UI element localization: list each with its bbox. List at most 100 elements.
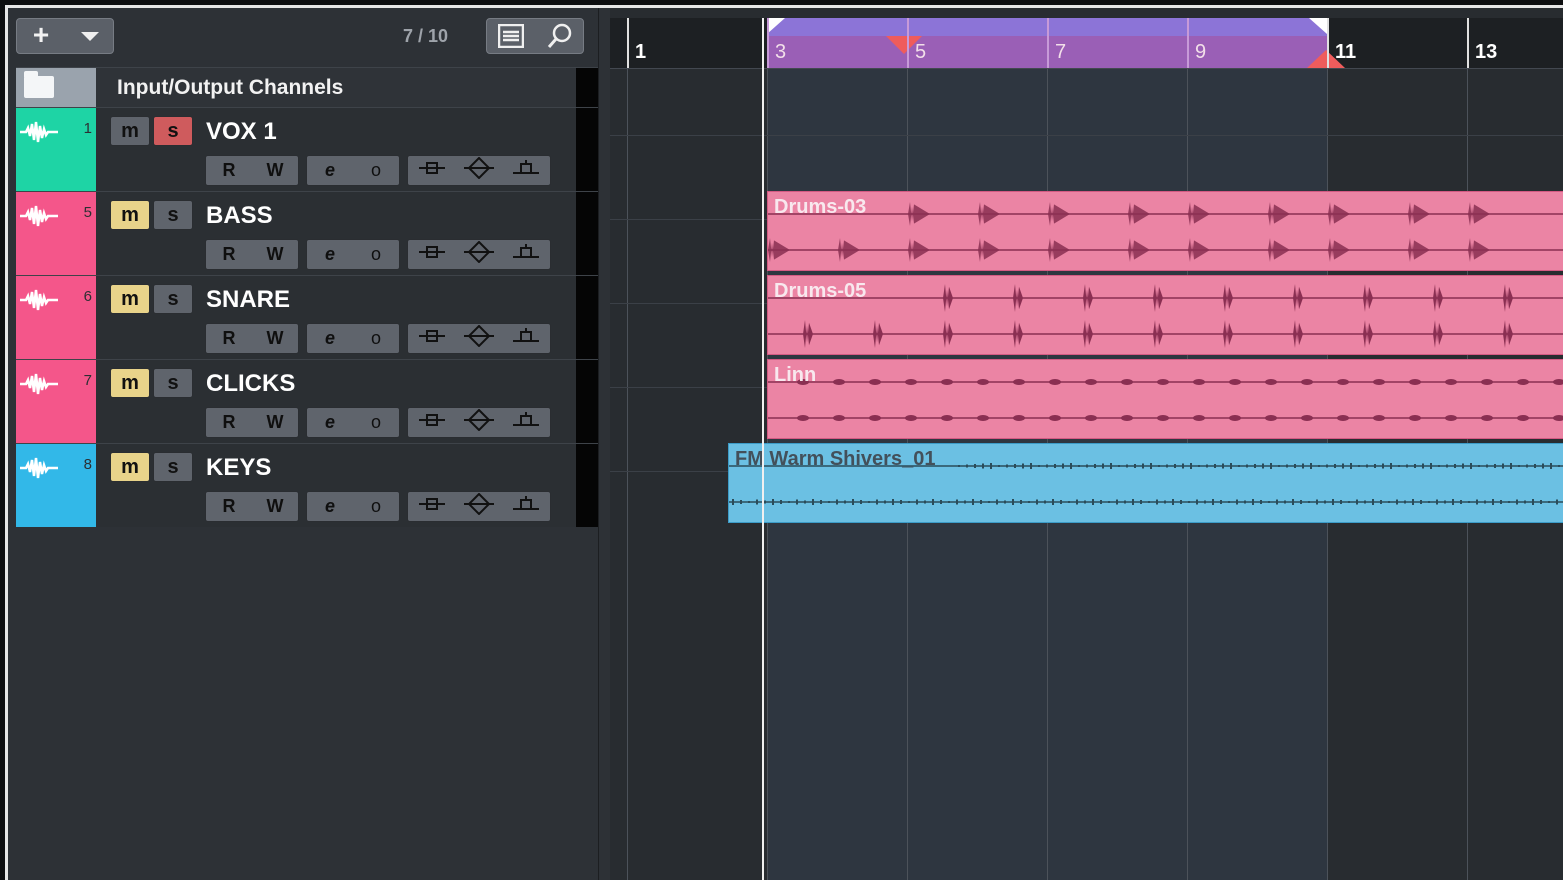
write-automation-button[interactable]: W (255, 496, 295, 517)
solo-button[interactable]: s (153, 284, 193, 314)
solo-button[interactable]: s (153, 200, 193, 230)
track-row[interactable]: 5 m s BASS R W e o (16, 191, 598, 275)
track-view-buttons (486, 18, 584, 54)
audio-waveform-icon (20, 288, 58, 312)
track-row[interactable]: 6 m s SNARE R W e o (16, 275, 598, 359)
ruler-bar-tick (1047, 18, 1049, 68)
audio-clip-fm-warm-shivers[interactable]: FM Warm Shivers_01 (728, 443, 1563, 523)
timeline-ruler[interactable]: 1 3 5 7 9 11 13 (610, 18, 1563, 69)
solo-button[interactable]: s (153, 116, 193, 146)
add-track-button[interactable]: + (17, 19, 65, 53)
channel-insert-icon[interactable] (412, 496, 452, 517)
read-automation-button[interactable]: R (209, 496, 249, 517)
clip-waveform (768, 379, 1563, 421)
track-row[interactable]: 1 m s VOX 1 R W e o (16, 107, 598, 191)
ruler-bar-tick (627, 18, 629, 68)
lane-icon[interactable] (506, 244, 546, 265)
lane-icon[interactable] (506, 412, 546, 433)
channel-insert-icon[interactable] (412, 328, 452, 349)
track-row[interactable]: 7 m s CLICKS R W e o (16, 359, 598, 443)
mute-button[interactable]: m (110, 368, 150, 398)
track-row[interactable]: 8 m s KEYS R W e o (16, 443, 598, 527)
clip-waveform (768, 284, 1563, 348)
track-controls: R W e o (205, 407, 551, 438)
mute-button[interactable]: m (110, 284, 150, 314)
track-name[interactable]: SNARE (206, 286, 290, 314)
monitor-button[interactable]: o (356, 244, 396, 265)
monitor-button[interactable]: o (356, 160, 396, 181)
lane-icon[interactable] (506, 496, 546, 517)
lane-icon[interactable] (506, 328, 546, 349)
ruler-bar-tick (1187, 18, 1189, 68)
track-number: 7 (83, 372, 92, 389)
track-list-panel: + 7 / 10 Input/Output Channels 1 m s VOX… (8, 8, 599, 880)
channel-insert-icon[interactable] (412, 160, 452, 181)
find-track-button[interactable] (536, 19, 584, 53)
track-name[interactable]: KEYS (206, 454, 271, 482)
loop-end-triangle (1309, 18, 1327, 34)
track-name[interactable]: VOX 1 (206, 118, 277, 146)
track-color-strip[interactable]: 5 (16, 192, 96, 275)
track-name[interactable]: CLICKS (206, 370, 295, 398)
automation-diamond-icon[interactable] (459, 492, 499, 520)
folder-track-row[interactable]: Input/Output Channels (16, 67, 598, 107)
add-track-dropdown-button[interactable] (67, 19, 113, 53)
mute-button[interactable]: m (110, 200, 150, 230)
write-automation-button[interactable]: W (255, 412, 295, 433)
monitor-button[interactable]: o (356, 496, 396, 517)
write-automation-button[interactable]: W (255, 328, 295, 349)
solo-button[interactable]: s (153, 452, 193, 482)
track-count: 7 / 10 (403, 26, 449, 46)
monitor-button[interactable]: o (356, 412, 396, 433)
ruler-bar-label: 3 (775, 41, 787, 63)
edit-channel-button[interactable]: e (310, 160, 350, 181)
track-name[interactable]: BASS (206, 202, 273, 230)
project-window: + 7 / 10 Input/Output Channels 1 m s VOX… (5, 5, 1563, 880)
automation-diamond-icon[interactable] (459, 240, 499, 268)
track-color-strip[interactable]: 8 (16, 444, 96, 527)
ruler-bar-tick (767, 18, 769, 68)
audio-clip-linn[interactable]: Linn (767, 359, 1563, 439)
list-icon (498, 24, 524, 48)
solo-button[interactable]: s (153, 368, 193, 398)
clip-name: Drums-05 (774, 280, 867, 302)
automation-diamond-icon[interactable] (459, 324, 499, 352)
track-color-strip[interactable]: 1 (16, 108, 96, 191)
bar-gridline (627, 69, 628, 880)
channel-insert-icon[interactable] (412, 412, 452, 433)
automation-diamond-icon[interactable] (459, 408, 499, 436)
audio-waveform-icon (20, 204, 58, 228)
track-controls: R W e o (205, 491, 551, 522)
lane-icon[interactable] (506, 160, 546, 181)
audio-clip-drums-03[interactable]: Drums-03 (767, 191, 1563, 271)
audio-clip-drums-05[interactable]: Drums-05 (767, 275, 1563, 355)
track-number: 5 (83, 204, 92, 221)
read-automation-button[interactable]: R (209, 244, 249, 265)
loop-start-triangle (767, 18, 785, 34)
edit-channel-button[interactable]: e (310, 412, 350, 433)
read-automation-button[interactable]: R (209, 160, 249, 181)
clip-name: FM Warm Shivers_01 (735, 448, 936, 470)
edit-channel-button[interactable]: e (310, 244, 350, 265)
ruler-bar-label: 7 (1055, 41, 1067, 63)
audio-waveform-icon (20, 120, 58, 144)
mute-button[interactable]: m (110, 116, 150, 146)
edit-channel-button[interactable]: e (310, 328, 350, 349)
automation-diamond-icon[interactable] (459, 156, 499, 184)
track-color-strip[interactable]: 7 (16, 360, 96, 443)
edit-channel-button[interactable]: e (310, 496, 350, 517)
playhead-cursor[interactable] (762, 18, 764, 880)
track-list-view-button[interactable] (487, 19, 535, 53)
track-controls: R W e o (205, 323, 551, 354)
read-automation-button[interactable]: R (209, 328, 249, 349)
write-automation-button[interactable]: W (255, 160, 295, 181)
ruler-markers (767, 18, 1345, 68)
write-automation-button[interactable]: W (255, 244, 295, 265)
mute-button[interactable]: m (110, 452, 150, 482)
track-color-strip[interactable]: 6 (16, 276, 96, 359)
track-list-toolbar: + 7 / 10 (8, 8, 598, 66)
monitor-button[interactable]: o (356, 328, 396, 349)
read-automation-button[interactable]: R (209, 412, 249, 433)
arrangement-area: 1 3 5 7 9 11 13 Drums-03 Drums-05 Linn F… (610, 8, 1563, 880)
channel-insert-icon[interactable] (412, 244, 452, 265)
